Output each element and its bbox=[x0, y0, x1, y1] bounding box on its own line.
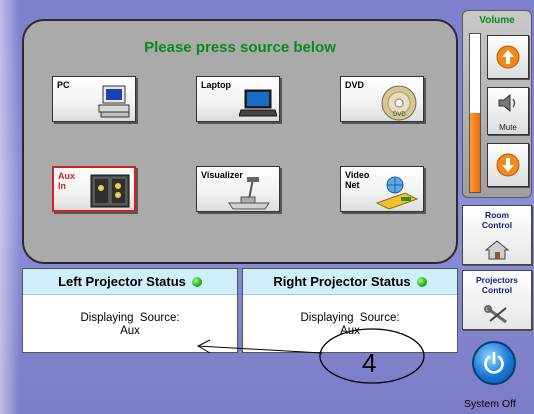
left-projector-status-title: Left Projector Status bbox=[58, 274, 186, 289]
source-label-pc: PC bbox=[57, 80, 70, 90]
left-projector-source-text: Displaying Source: Aux bbox=[23, 312, 237, 338]
projectors-control-label: Projectors Control bbox=[475, 275, 519, 295]
arrow-down-icon bbox=[496, 153, 520, 177]
source-button-pc[interactable]: PC bbox=[52, 76, 136, 122]
house-icon bbox=[485, 240, 509, 260]
source-button-dvd[interactable]: DVD DVD bbox=[340, 76, 424, 122]
status-led-icon bbox=[416, 276, 427, 287]
aux-input-icon bbox=[90, 174, 130, 208]
laptop-icon bbox=[239, 89, 277, 117]
system-off-button[interactable] bbox=[472, 341, 516, 385]
source-label-laptop: Laptop bbox=[201, 80, 231, 90]
arrow-up-icon bbox=[496, 45, 520, 69]
volume-level-fill bbox=[470, 113, 480, 192]
left-projector-status-panel: Left Projector Status Displaying Source:… bbox=[22, 268, 238, 353]
room-control-label: Room Control bbox=[481, 210, 513, 230]
volume-down-button[interactable] bbox=[487, 143, 529, 187]
volume-title: Volume bbox=[479, 15, 515, 26]
source-button-visualizer[interactable]: Visualizer bbox=[196, 166, 280, 212]
right-projector-source-value: Aux bbox=[340, 325, 360, 337]
left-projector-source-caption: Displaying Source: bbox=[80, 312, 180, 324]
right-projector-status-title: Right Projector Status bbox=[273, 274, 411, 289]
right-projector-status-header: Right Projector Status bbox=[243, 269, 457, 295]
system-off-label: System Off bbox=[464, 398, 516, 410]
dvd-disc-icon: DVD bbox=[381, 85, 417, 121]
room-control-button[interactable]: Room Control bbox=[462, 205, 532, 265]
left-projector-status-header: Left Projector Status bbox=[23, 269, 237, 295]
source-button-aux-in[interactable]: Aux In bbox=[52, 166, 136, 212]
left-projector-source-value: Aux bbox=[120, 325, 140, 337]
right-projector-source-caption: Displaying Source: bbox=[300, 312, 400, 324]
edge-glow bbox=[0, 0, 20, 414]
source-label-video-net: Video Net bbox=[345, 170, 370, 190]
source-selection-panel: Please press source below PC Laptop DVD bbox=[22, 19, 458, 264]
volume-level-bar[interactable] bbox=[469, 33, 481, 193]
video-network-icon bbox=[375, 176, 419, 210]
source-button-laptop[interactable]: Laptop bbox=[196, 76, 280, 122]
tools-icon bbox=[484, 305, 507, 324]
right-projector-source-text: Displaying Source: Aux bbox=[243, 312, 457, 338]
volume-up-button[interactable] bbox=[487, 35, 529, 79]
mute-label: Mute bbox=[499, 123, 517, 132]
right-projector-status-panel: Right Projector Status Displaying Source… bbox=[242, 268, 458, 353]
touch-panel-screen: Please press source below PC Laptop DVD bbox=[0, 0, 534, 414]
projectors-control-button[interactable]: Projectors Control bbox=[462, 270, 532, 330]
status-led-icon bbox=[191, 276, 202, 287]
speaker-icon bbox=[498, 93, 516, 113]
source-panel-title: Please press source below bbox=[144, 39, 336, 56]
source-label-aux-in: Aux In bbox=[58, 171, 76, 191]
power-icon bbox=[484, 351, 504, 374]
computer-icon bbox=[98, 85, 130, 118]
source-button-video-net[interactable]: Video Net bbox=[340, 166, 424, 212]
svg-text:DVD: DVD bbox=[393, 112, 406, 118]
document-camera-icon bbox=[228, 177, 270, 210]
volume-panel: Volume Mute bbox=[462, 10, 532, 198]
source-label-dvd: DVD bbox=[345, 80, 365, 90]
mute-button[interactable]: Mute bbox=[487, 87, 529, 135]
